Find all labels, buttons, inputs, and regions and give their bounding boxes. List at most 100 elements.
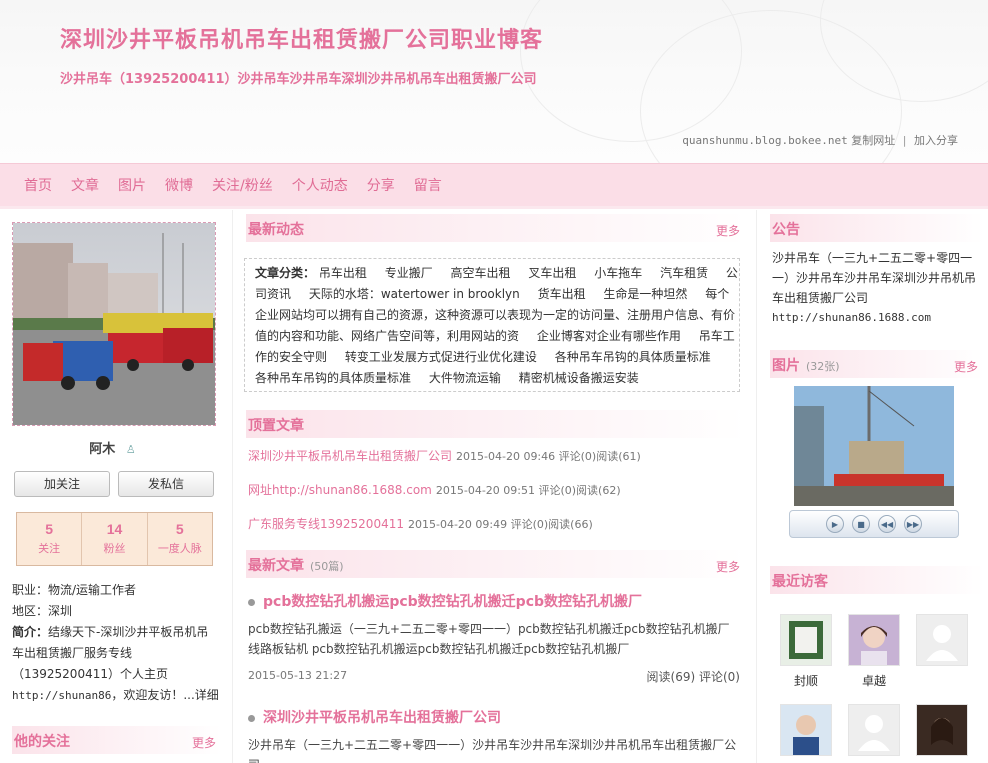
stat-fans-count: 14 (106, 521, 123, 537)
article-title[interactable]: pcb数控钻孔机搬运pcb数控钻孔机搬迁pcb数控钻孔机搬厂 (248, 591, 642, 611)
article-stats: 阅读(69) 评论(0) (646, 670, 740, 684)
main-nav: 首页 文章 图片 微博 关注/粉丝 个人动态 分享 留言 (0, 163, 988, 209)
nav-weibo[interactable]: 微博 (165, 175, 193, 195)
play-icon[interactable]: ▶ (826, 515, 844, 533)
visitor-item[interactable]: 封顺 (780, 614, 832, 689)
article-excerpt: pcb数控钻孔搬运（一三九+二五二零+零四一一）pcb数控钻孔机搬迁pcb数控钻… (248, 622, 730, 656)
pinned-title: 顶置文章 (248, 418, 304, 434)
nav-activity[interactable]: 个人动态 (292, 175, 348, 195)
header-links: quanshunmu.blog.bokee.net 复制网址 | 加入分享 (682, 132, 958, 148)
categories-label: 文章分类： (255, 266, 316, 280)
photos-more-link[interactable]: 更多 (954, 358, 978, 375)
latest-activity-header: 最新动态 更多 (246, 214, 746, 242)
next-icon[interactable]: ▶▶ (904, 515, 922, 533)
copy-url-link[interactable]: 复制网址 (851, 134, 895, 147)
stat-following-count: 5 (45, 521, 54, 537)
category-link[interactable]: 大件物流运输 (429, 371, 501, 385)
nav-home[interactable]: 首页 (24, 175, 52, 195)
category-link[interactable]: 高空车出租 (451, 266, 511, 280)
profile-intro-tail: ，欢迎友访！... (111, 688, 195, 702)
stat-fans-label: 粉丝 (103, 542, 126, 555)
following-more-link[interactable]: 更多 (192, 734, 216, 751)
category-link[interactable]: 各种吊车吊钩的具体质量标准 (555, 350, 711, 364)
profile-intro-url: http://shunan86 (12, 689, 112, 702)
category-link[interactable]: 生命是一种坦然 (603, 287, 687, 301)
category-link[interactable]: 各种吊车吊钩的具体质量标准 (255, 371, 411, 385)
visitors-title: 最近访客 (772, 574, 828, 590)
pinned-item-title[interactable]: 广东服务专线13925200411 (248, 517, 404, 531)
stat-connections[interactable]: 5 一度人脉 (148, 513, 212, 565)
category-link[interactable]: 转变工业发展方式促进行业优化建设 (345, 350, 537, 364)
nav-guestbook[interactable]: 留言 (414, 175, 442, 195)
latest-activity-more-link[interactable]: 更多 (716, 222, 740, 239)
default-avatar-icon (916, 614, 968, 666)
user-badge-icon: ♙ (125, 443, 136, 456)
site-title[interactable]: 深圳沙井平板吊机吊车出租赁搬厂公司职业博客 (60, 22, 543, 54)
bullet-icon (248, 714, 255, 722)
stop-icon[interactable]: ■ (852, 515, 870, 533)
send-message-button[interactable]: 发私信 (118, 471, 214, 497)
latest-activity-title: 最新动态 (248, 222, 304, 238)
stat-following-label: 关注 (38, 542, 61, 555)
pinned-item-title[interactable]: 网址http://shunan86.1688.com (248, 483, 432, 497)
notice-header: 公告 (770, 214, 984, 242)
latest-articles-title-text: 最新文章 (248, 558, 304, 574)
latest-articles-more-link[interactable]: 更多 (716, 558, 740, 575)
category-link[interactable]: 汽车租赁 (660, 266, 708, 280)
photos-header: 图片 (32张) 更多 (770, 350, 984, 378)
pinned-item: 网址http://shunan86.1688.com 2015-04-20 09:… (248, 481, 621, 498)
avatar[interactable] (12, 222, 216, 426)
article-title[interactable]: 深圳沙井平板吊机吊车出租赁搬厂公司 (248, 707, 501, 727)
visitor-item[interactable] (916, 614, 968, 672)
slideshow-controls: ▶ ■ ◀◀ ▶▶ (789, 510, 959, 538)
profile-detail-link[interactable]: 详细 (195, 688, 219, 702)
category-link[interactable]: 小车拖车 (594, 266, 642, 280)
stat-fans[interactable]: 14 粉丝 (82, 513, 148, 565)
pinned-item: 广东服务专线13925200411 2015-04-20 09:49 评论(0)阅… (248, 515, 593, 532)
nav-articles[interactable]: 文章 (71, 175, 99, 195)
visitor-item[interactable] (780, 704, 832, 762)
visitor-name: 卓越 (861, 674, 886, 688)
category-link[interactable]: 吊车出租 (319, 266, 367, 280)
photos-title: 图片 (32张) (772, 355, 840, 375)
visitor-item[interactable]: 卓越 (848, 614, 900, 689)
photos-title-text: 图片 (772, 358, 800, 374)
category-link[interactable]: 天际的水塔：watertower in brooklyn (309, 287, 520, 301)
profile-intro-more: http://shunan86，欢迎友访！...详细 (12, 685, 219, 706)
left-sidebar: 阿木 ♙ 加关注 发私信 5 关注 14 粉丝 5 一度人脉 职业：物流/运输工… (0, 210, 225, 763)
article-title-text: pcb数控钻孔机搬运pcb数控钻孔机搬迁pcb数控钻孔机搬厂 (263, 594, 643, 610)
nav-follow-fans[interactable]: 关注/粉丝 (212, 175, 273, 195)
right-sidebar: 公告 沙井吊车（一三九+二五二零+零四一一）沙井吊车沙井吊车深圳沙井吊机吊车出租… (764, 210, 988, 763)
previous-icon[interactable]: ◀◀ (878, 515, 896, 533)
visitor-item[interactable] (848, 704, 900, 762)
pinned-item-title[interactable]: 深圳沙井平板吊机吊车出租赁搬厂公司 (248, 449, 452, 463)
visitor-avatar (780, 614, 832, 666)
latest-articles-count: (50篇) (310, 560, 344, 573)
category-link[interactable]: 叉车出租 (528, 266, 576, 280)
photo-slideshow[interactable] (794, 386, 954, 506)
visitor-avatar (780, 704, 832, 756)
profile-stats: 5 关注 14 粉丝 5 一度人脉 (16, 512, 213, 566)
visitor-avatar (916, 704, 968, 756)
blog-url[interactable]: quanshunmu.blog.bokee.net (682, 134, 848, 147)
user-name-text: 阿木 (89, 442, 116, 457)
nav-photos[interactable]: 图片 (118, 175, 146, 195)
category-link[interactable]: 精密机械设备搬运安装 (519, 371, 639, 385)
site-subtitle: 沙井吊车（13925200411）沙井吊车沙井吊车深圳沙井吊机吊车出租赁搬厂公司 (60, 72, 537, 87)
notice-url[interactable]: http://shunan86.1688.com (772, 308, 980, 328)
profile-intro-label: 简介： (12, 625, 49, 639)
category-link[interactable]: 企业博客对企业有哪些作用 (537, 329, 681, 343)
follow-button[interactable]: 加关注 (14, 471, 110, 497)
nav-share[interactable]: 分享 (367, 175, 395, 195)
stat-following[interactable]: 5 关注 (17, 513, 83, 565)
column-divider (756, 210, 757, 763)
category-link[interactable]: 专业搬厂 (385, 266, 433, 280)
article-title-text: 深圳沙井平板吊机吊车出租赁搬厂公司 (263, 710, 501, 726)
profile-intro: 简介：结缘天下-深圳沙井平板吊机吊车出租赁搬厂服务专线（13925200411）… (12, 622, 218, 685)
article-excerpt: 沙井吊车（一三九+二五二零+零四一一）沙井吊车沙井吊车深圳沙井吊机吊车出租赁搬厂… (248, 738, 737, 763)
add-share-link[interactable]: 加入分享 (914, 134, 958, 147)
separator: | (902, 134, 907, 147)
visitor-item[interactable] (916, 704, 968, 762)
pinned-item-meta: 2015-04-20 09:46 评论(0)阅读(61) (456, 450, 641, 463)
category-link[interactable]: 货车出租 (538, 287, 586, 301)
